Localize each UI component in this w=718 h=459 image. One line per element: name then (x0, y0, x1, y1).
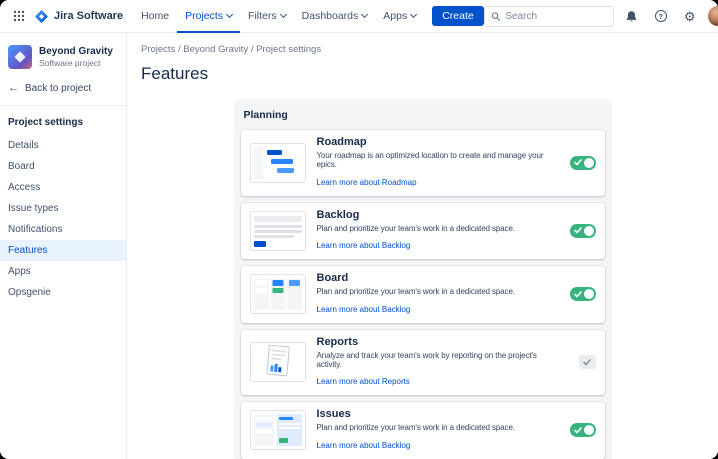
project-name: Beyond Gravity (39, 46, 113, 59)
feature-toggle-board[interactable] (570, 287, 596, 301)
feature-card-roadmap: Roadmap Your roadmap is an optimized loc… (241, 130, 605, 196)
global-search[interactable] (484, 6, 614, 27)
feature-learn-more-link[interactable]: Learn more about Reports (317, 377, 410, 386)
nav-item-apps[interactable]: Apps (375, 0, 424, 33)
sidebar-item-issue-types[interactable]: Issue types (0, 198, 126, 219)
search-icon (491, 11, 501, 22)
feature-learn-more-link[interactable]: Learn more about Backlog (317, 305, 411, 314)
chevron-down-icon (280, 11, 287, 18)
bell-icon (625, 10, 638, 23)
topnav-right-cluster: ? ⚙ (484, 5, 718, 27)
toggle-knob (584, 226, 594, 236)
feature-card-issues: Issues Plan and prioritize your team's w… (241, 402, 605, 459)
page-title: Features (141, 64, 704, 84)
jira-logo-icon (34, 9, 49, 24)
sidebar-item-apps[interactable]: Apps (0, 261, 126, 282)
check-icon (574, 159, 582, 166)
feature-description: Plan and prioritize your team's work in … (317, 287, 553, 296)
jira-home-logo[interactable]: Jira Software (30, 9, 133, 24)
nav-item-label: Home (141, 10, 169, 22)
sidebar-item-details[interactable]: Details (0, 135, 126, 156)
nav-item-label: Dashboards (302, 10, 359, 22)
board-illustration (250, 274, 306, 314)
toggle-knob (584, 158, 594, 168)
nav-item-label: Projects (185, 10, 223, 22)
user-avatar[interactable] (708, 6, 718, 26)
help-icon: ? (655, 10, 667, 22)
nav-item-filters[interactable]: Filters (240, 0, 294, 33)
feature-description: Plan and prioritize your team's work in … (317, 224, 553, 233)
breadcrumb-projects[interactable]: Projects (141, 44, 183, 55)
settings-button[interactable]: ⚙ (679, 5, 701, 27)
feature-description: Plan and prioritize your team's work in … (317, 423, 553, 432)
backlog-illustration (250, 211, 306, 251)
feature-card-board: Board Plan and prioritize your team's wo… (241, 266, 605, 323)
planning-section-card: Planning Roadmap Your roadmap is an (234, 99, 612, 459)
feature-title: Board (317, 272, 553, 284)
chevron-down-icon (410, 11, 417, 18)
app-title: Jira Software (54, 10, 123, 22)
sidebar-item-board[interactable]: Board (0, 156, 126, 177)
feature-toggle-backlog[interactable] (570, 224, 596, 238)
feature-toggle-issues[interactable] (570, 423, 596, 437)
gear-icon: ⚙ (684, 10, 696, 23)
feature-card-backlog: Backlog Plan and prioritize your team's … (241, 203, 605, 260)
nav-item-label: Filters (248, 10, 277, 22)
main-content: ProjectsBeyond GravityProject settings F… (127, 33, 718, 459)
issues-illustration (250, 410, 306, 450)
breadcrumb-project[interactable]: Beyond Gravity (183, 44, 256, 55)
app-switcher-icon (13, 10, 25, 22)
jira-window: Jira Software Home Projects Filters Dash… (0, 0, 718, 459)
chevron-down-icon (361, 11, 368, 18)
feature-card-reports: Reports Analyze and track your team's wo… (241, 330, 605, 396)
project-avatar (8, 45, 32, 69)
feature-title: Backlog (317, 209, 553, 221)
feature-title: Issues (317, 408, 553, 420)
check-icon (574, 427, 582, 434)
feature-learn-more-link[interactable]: Learn more about Roadmap (317, 178, 417, 187)
feature-description: Analyze and track your team's work by re… (317, 351, 562, 369)
feature-toggle-reports (579, 355, 596, 369)
sidebar-item-opsgenie[interactable]: Opsgenie (0, 282, 126, 303)
app-switcher-button[interactable] (8, 5, 30, 27)
sidebar-item-features[interactable]: Features (0, 240, 126, 261)
check-icon (574, 227, 582, 234)
chevron-down-icon (226, 11, 233, 18)
toggle-knob (584, 425, 594, 435)
feature-title: Reports (317, 336, 562, 348)
check-icon (574, 291, 582, 298)
back-to-project-link[interactable]: ← Back to project (0, 79, 126, 105)
toggle-knob (584, 289, 594, 299)
sidebar-item-access[interactable]: Access (0, 177, 126, 198)
project-type: Software project (39, 58, 113, 68)
roadmap-illustration (250, 143, 306, 183)
nav-item-label: Apps (383, 10, 407, 22)
nav-item-projects[interactable]: Projects (177, 0, 240, 33)
back-to-project-label: Back to project (25, 83, 91, 94)
help-button[interactable]: ? (650, 5, 672, 27)
breadcrumb-project-settings[interactable]: Project settings (256, 44, 321, 55)
check-icon (583, 359, 591, 366)
feature-toggle-roadmap[interactable] (570, 156, 596, 170)
create-button[interactable]: Create (432, 6, 484, 26)
sidebar-section-title: Project settings (0, 106, 126, 135)
reports-illustration (250, 342, 306, 382)
nav-item-home[interactable]: Home (133, 0, 177, 33)
feature-title: Roadmap (317, 136, 553, 148)
search-input[interactable] (505, 11, 606, 22)
project-header: Beyond Gravity Software project (0, 41, 126, 79)
section-header: Planning (241, 106, 605, 130)
notifications-button[interactable] (621, 5, 643, 27)
feature-learn-more-link[interactable]: Learn more about Backlog (317, 241, 411, 250)
feature-learn-more-link[interactable]: Learn more about Backlog (317, 441, 411, 450)
nav-item-dashboards[interactable]: Dashboards (294, 0, 376, 33)
breadcrumb: ProjectsBeyond GravityProject settings (141, 44, 704, 55)
top-navigation-bar: Jira Software Home Projects Filters Dash… (0, 0, 718, 33)
feature-description: Your roadmap is an optimized location to… (317, 151, 553, 169)
project-sidebar: Beyond Gravity Software project ← Back t… (0, 33, 127, 459)
sidebar-item-notifications[interactable]: Notifications (0, 219, 126, 240)
arrow-left-icon: ← (8, 83, 19, 94)
